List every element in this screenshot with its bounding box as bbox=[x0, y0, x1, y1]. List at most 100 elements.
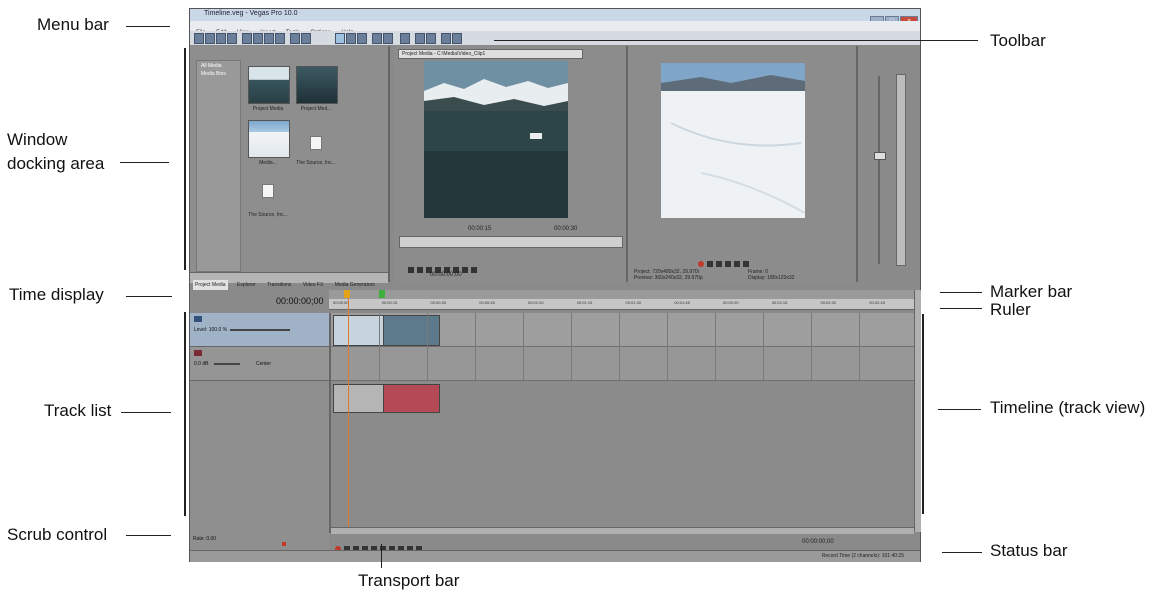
video-clip[interactable] bbox=[333, 315, 385, 346]
ruler-tick: 00:01:00 bbox=[528, 300, 544, 305]
tab-video-fx[interactable]: Video FX bbox=[301, 280, 325, 290]
video-clip[interactable] bbox=[383, 315, 440, 346]
volume-slider[interactable] bbox=[214, 363, 240, 365]
open-icon[interactable] bbox=[205, 33, 215, 44]
auto-crossfade-icon[interactable] bbox=[383, 33, 393, 44]
lock-envelopes-icon[interactable] bbox=[415, 33, 425, 44]
master-fader-knob[interactable] bbox=[874, 152, 886, 160]
snap-icon[interactable] bbox=[372, 33, 382, 44]
copy-icon[interactable] bbox=[264, 33, 274, 44]
transport-time: 00:00:00;00 bbox=[802, 539, 834, 545]
video-track-header[interactable]: Level: 100.0 % bbox=[190, 313, 329, 347]
media-thumbnail[interactable] bbox=[248, 66, 290, 104]
loop-icon[interactable] bbox=[471, 267, 477, 273]
label-window-docking-area: Window docking area bbox=[7, 130, 105, 173]
marker-bar[interactable] bbox=[329, 290, 914, 299]
leader-line bbox=[938, 409, 981, 410]
audio-track-header[interactable]: 0.0 dB Center bbox=[190, 347, 329, 381]
pause-icon[interactable] bbox=[716, 261, 722, 267]
leader-line bbox=[940, 308, 982, 309]
help-icon[interactable] bbox=[441, 33, 451, 44]
render-icon[interactable] bbox=[242, 33, 252, 44]
tab-transitions[interactable]: Transitions bbox=[265, 280, 293, 290]
preview-frame-info: Frame: 0 Display: 180x120x32 bbox=[748, 269, 794, 281]
label-time-display: Time display bbox=[9, 285, 104, 304]
horizontal-scrollbar[interactable] bbox=[331, 527, 914, 534]
grid-line bbox=[379, 313, 380, 380]
ignore-grouping-icon[interactable] bbox=[426, 33, 436, 44]
tab-project-media[interactable]: Project Media bbox=[193, 280, 228, 290]
vertical-scrollbar[interactable] bbox=[914, 290, 921, 532]
ripple-edit-icon[interactable] bbox=[400, 33, 410, 44]
document-icon[interactable] bbox=[262, 184, 274, 198]
preview-info: Project: 720x480x32, 29.970i Preview: 36… bbox=[634, 269, 703, 281]
record-icon[interactable] bbox=[698, 261, 704, 267]
video-track-icon bbox=[194, 316, 202, 322]
properties-icon[interactable] bbox=[227, 33, 237, 44]
grid-line bbox=[619, 313, 620, 380]
audio-track-row[interactable] bbox=[331, 347, 914, 413]
save-icon[interactable] bbox=[216, 33, 226, 44]
master-bus-window bbox=[862, 46, 920, 282]
media-tree[interactable]: All Media Media Bins bbox=[196, 60, 241, 272]
undo-icon[interactable] bbox=[290, 33, 300, 44]
trimmer-source-field[interactable]: Project Media - C:\Media\Video_Clip1 bbox=[398, 49, 583, 59]
audio-clip[interactable] bbox=[333, 384, 385, 413]
whats-this-icon[interactable] bbox=[452, 33, 462, 44]
level-slider[interactable] bbox=[230, 329, 290, 331]
normal-edit-tool-icon[interactable] bbox=[335, 33, 345, 44]
media-thumbnail[interactable] bbox=[248, 120, 290, 158]
video-track-row[interactable] bbox=[331, 313, 914, 347]
tree-node-media-bins[interactable]: Media Bins bbox=[201, 71, 240, 77]
set-out-icon[interactable] bbox=[462, 267, 468, 273]
preview-preview-info: Preview: 360x240x32, 29.970p bbox=[634, 275, 703, 281]
toolbar bbox=[190, 31, 920, 46]
selection-tool-icon[interactable] bbox=[357, 33, 367, 44]
next-frame-icon[interactable] bbox=[743, 261, 749, 267]
tracklist-bracket bbox=[184, 312, 186, 516]
ruler-tick: 00:00:15 bbox=[381, 300, 398, 305]
title-bar[interactable]: Timeline.veg - Vegas Pro 10.0 _□× bbox=[190, 9, 920, 27]
label-transport-bar: Transport bar bbox=[358, 571, 460, 590]
media-thumbnail[interactable] bbox=[296, 66, 338, 104]
timeline-ruler[interactable]: 00:00:00 00:00:15 00:00:30 00:00:45 00:01:00… bbox=[329, 299, 914, 310]
stop-icon[interactable] bbox=[725, 261, 731, 267]
label-ruler: Ruler bbox=[990, 300, 1031, 319]
tab-explorer[interactable]: Explorer bbox=[235, 280, 258, 290]
track-list: Level: 100.0 % 0.0 dB Center bbox=[190, 313, 331, 533]
media-caption: Media... bbox=[259, 160, 277, 166]
audio-clip[interactable] bbox=[383, 384, 440, 413]
leader-line bbox=[121, 412, 171, 413]
tree-node-all-media[interactable]: All Media bbox=[201, 63, 240, 69]
label-track-list: Track list bbox=[44, 401, 112, 420]
region-flag-icon[interactable] bbox=[379, 290, 385, 298]
preview-display-value: Display: 180x120x32 bbox=[748, 275, 795, 281]
tab-media-generators[interactable]: Media Generators bbox=[333, 280, 377, 290]
label-timeline: Timeline (track view) bbox=[990, 398, 1146, 417]
ruler-tick: 00:01:45 bbox=[674, 300, 690, 305]
marker-flag-icon[interactable] bbox=[344, 290, 350, 298]
grid-line bbox=[667, 313, 668, 380]
ruler-tick: 00:00:00 bbox=[333, 300, 349, 305]
paste-icon[interactable] bbox=[275, 33, 285, 44]
scrub-control[interactable]: Rate: 0.00 bbox=[190, 533, 329, 550]
time-display[interactable]: 00:00:00;00 bbox=[276, 296, 324, 306]
play-icon[interactable] bbox=[408, 267, 414, 273]
media-caption: The Source, Inc... bbox=[296, 160, 336, 166]
redo-icon[interactable] bbox=[301, 33, 311, 44]
prev-frame-icon[interactable] bbox=[734, 261, 740, 267]
pause-icon[interactable] bbox=[417, 267, 423, 273]
play-icon[interactable] bbox=[707, 261, 713, 267]
scrub-handle[interactable] bbox=[282, 542, 286, 546]
timeline-track-view[interactable] bbox=[331, 299, 914, 529]
envelope-tool-icon[interactable] bbox=[346, 33, 356, 44]
edit-cursor[interactable] bbox=[348, 299, 349, 529]
document-icon[interactable] bbox=[310, 136, 322, 150]
master-fader-track bbox=[878, 76, 880, 264]
new-icon[interactable] bbox=[194, 33, 204, 44]
label-menu-bar: Menu bar bbox=[37, 15, 109, 34]
trimmer-timecode: 00:00:30 bbox=[554, 226, 578, 232]
trimmer-timeline[interactable] bbox=[399, 236, 623, 248]
cut-icon[interactable] bbox=[253, 33, 263, 44]
trimmer-window: Project Media - C:\Media\Video_Clip1 00:… bbox=[394, 46, 628, 282]
